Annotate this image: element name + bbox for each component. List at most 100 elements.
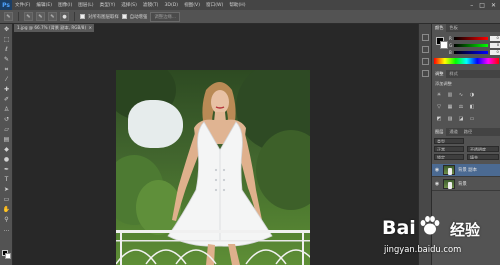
blue-slider[interactable] — [453, 51, 488, 54]
marquee-tool-icon[interactable]: ⬚ — [2, 36, 11, 44]
menu-window[interactable]: 窗口(W) — [203, 2, 226, 8]
history-brush-tool-icon[interactable]: ↺ — [2, 116, 11, 124]
invert-icon[interactable]: ◩ — [435, 116, 443, 122]
menu-file[interactable]: 文件(F) — [12, 2, 33, 8]
vibrance-icon[interactable]: ▽ — [435, 104, 443, 110]
menu-image[interactable]: 图像(I) — [55, 2, 75, 8]
clone-stamp-tool-icon[interactable]: ♙ — [2, 106, 11, 114]
actions-panel-icon[interactable] — [422, 58, 429, 65]
color-spectrum-bar[interactable] — [434, 58, 499, 64]
blue-slider-row: B 0 — [449, 50, 500, 55]
menu-bar: Ps 文件(F) 编辑(E) 图像(I) 图层(L) 类型(Y) 选择(S) 滤… — [0, 0, 500, 10]
layer-row[interactable]: ◉ 背景 副本 — [432, 164, 500, 177]
sample-all-layers-checkbox[interactable] — [80, 14, 85, 19]
green-value[interactable]: 0 — [490, 43, 500, 48]
lasso-tool-icon[interactable]: ℓ — [2, 46, 11, 54]
zoom-tool-icon[interactable]: ⚲ — [2, 216, 11, 224]
photo-canvas[interactable] — [116, 70, 310, 265]
tab-paths[interactable]: 路径 — [461, 128, 475, 136]
hand-tool-icon[interactable]: ✋ — [2, 206, 11, 214]
color-panel-tabs: 颜色 色板 — [432, 24, 500, 32]
curves-icon[interactable]: ∿ — [457, 92, 465, 98]
menu-3d[interactable]: 3D(D) — [161, 3, 181, 8]
menu-layer[interactable]: 图层(L) — [75, 2, 96, 8]
history-panel-icon[interactable] — [422, 34, 429, 41]
auto-enhance-checkbox[interactable] — [121, 14, 127, 19]
options-bar: ✎ ✎ ✎ ✎ ● 对所有图层取样 自动增强 调整边缘... — [0, 10, 500, 24]
blur-tool-icon[interactable]: ◆ — [2, 146, 11, 154]
red-value[interactable]: 0 — [489, 36, 500, 41]
minimize-button[interactable]: – — [470, 2, 473, 9]
add-selection-icon[interactable]: ✎ — [36, 12, 45, 21]
quick-selection-tool-icon[interactable]: ✎ — [2, 56, 11, 64]
posterize-icon[interactable]: ▨ — [446, 116, 454, 122]
close-tab-icon[interactable]: × — [88, 24, 92, 32]
exposure-icon[interactable]: ◑ — [468, 92, 476, 98]
document-tab[interactable]: 1.jpg @ 66.7% (背景 副本, RGB/8) × — [14, 24, 94, 32]
menu-filter[interactable]: 滤镜(T) — [140, 2, 162, 8]
menu-edit[interactable]: 编辑(E) — [33, 2, 55, 8]
levels-icon[interactable]: ▥ — [446, 92, 454, 98]
maximize-button[interactable]: □ — [479, 2, 485, 9]
subtract-selection-icon[interactable]: ✎ — [48, 12, 57, 21]
tab-color[interactable]: 颜色 — [432, 24, 447, 32]
layer-row[interactable]: ◉ 背景 — [432, 178, 500, 191]
visibility-eye-icon[interactable]: ◉ — [434, 167, 440, 173]
menu-view[interactable]: 视图(V) — [181, 2, 203, 8]
eyedropper-tool-icon[interactable]: ⁄ — [2, 76, 11, 84]
visibility-eye-icon[interactable]: ◉ — [434, 181, 440, 187]
photoshop-logo: Ps — [0, 0, 12, 10]
blue-value[interactable]: 0 — [489, 50, 500, 55]
lock-controls[interactable]: 锁定 — [434, 154, 464, 160]
more-tools-icon[interactable]: … — [2, 226, 11, 234]
fill-field[interactable]: 填充 — [467, 154, 499, 160]
opacity-field[interactable]: 不透明度 — [467, 146, 499, 152]
new-selection-icon[interactable]: ✎ — [24, 12, 33, 21]
color-background-swatch[interactable] — [440, 41, 448, 49]
crop-tool-icon[interactable]: ⌗ — [2, 66, 11, 74]
quick-selection-tool-icon[interactable]: ✎ — [4, 12, 13, 21]
watermark-brand: Bai — [382, 217, 416, 239]
sample-all-layers-label: 对所有图层取样 — [88, 14, 119, 20]
red-slider[interactable] — [453, 37, 488, 40]
tab-channels[interactable]: 通道 — [446, 128, 460, 136]
brush-picker-icon[interactable]: ● — [60, 12, 69, 21]
hue-saturation-icon[interactable]: ▦ — [446, 104, 454, 110]
character-panel-icon[interactable] — [422, 70, 429, 77]
layer-kind-filter[interactable]: 类型 — [434, 138, 464, 144]
green-label: G — [449, 43, 453, 48]
menu-help[interactable]: 帮助(H) — [226, 2, 248, 8]
pen-tool-icon[interactable]: ✒ — [2, 166, 11, 174]
menu-type[interactable]: 类型(Y) — [97, 2, 119, 8]
gradient-tool-icon[interactable]: ▤ — [2, 136, 11, 144]
blend-mode-select[interactable]: 正常 — [434, 146, 464, 152]
eraser-tool-icon[interactable]: ▱ — [2, 126, 11, 134]
menu-select[interactable]: 选择(S) — [118, 2, 140, 8]
healing-brush-tool-icon[interactable]: ✚ — [2, 86, 11, 94]
type-tool-icon[interactable]: T — [2, 176, 11, 184]
threshold-icon[interactable]: ◪ — [457, 116, 465, 122]
white-fence — [116, 230, 310, 265]
background-color-swatch[interactable] — [5, 253, 11, 259]
color-panel: R 0 G 0 B 0 — [432, 32, 500, 68]
shape-tool-icon[interactable]: ▭ — [2, 196, 11, 204]
document-tab-title: 1.jpg @ 66.7% (背景 副本, RGB/8) — [17, 25, 87, 30]
tab-layers[interactable]: 图层 — [432, 128, 447, 136]
path-selection-tool-icon[interactable]: ➤ — [2, 186, 11, 194]
move-tool-icon[interactable]: ✥ — [2, 26, 11, 34]
tab-swatches[interactable]: 色板 — [446, 24, 460, 32]
brightness-icon[interactable]: ☀ — [435, 92, 443, 98]
options-divider — [18, 12, 19, 21]
close-button[interactable]: ✕ — [491, 2, 496, 9]
black-white-icon[interactable]: ◧ — [468, 104, 476, 110]
gradient-map-icon[interactable]: ▭ — [468, 116, 476, 122]
color-balance-icon[interactable]: ⚖ — [457, 104, 465, 110]
properties-panel-icon[interactable] — [422, 46, 429, 53]
refine-edge-button[interactable]: 调整边缘... — [150, 11, 181, 22]
green-slider[interactable] — [454, 44, 489, 47]
brush-tool-icon[interactable]: ✐ — [2, 96, 11, 104]
tab-adjustments[interactable]: 调整 — [432, 70, 447, 78]
adjustments-panel-tabs: 调整 样式 — [432, 70, 500, 78]
tab-styles[interactable]: 样式 — [446, 70, 460, 78]
dodge-tool-icon[interactable]: ● — [2, 156, 11, 164]
